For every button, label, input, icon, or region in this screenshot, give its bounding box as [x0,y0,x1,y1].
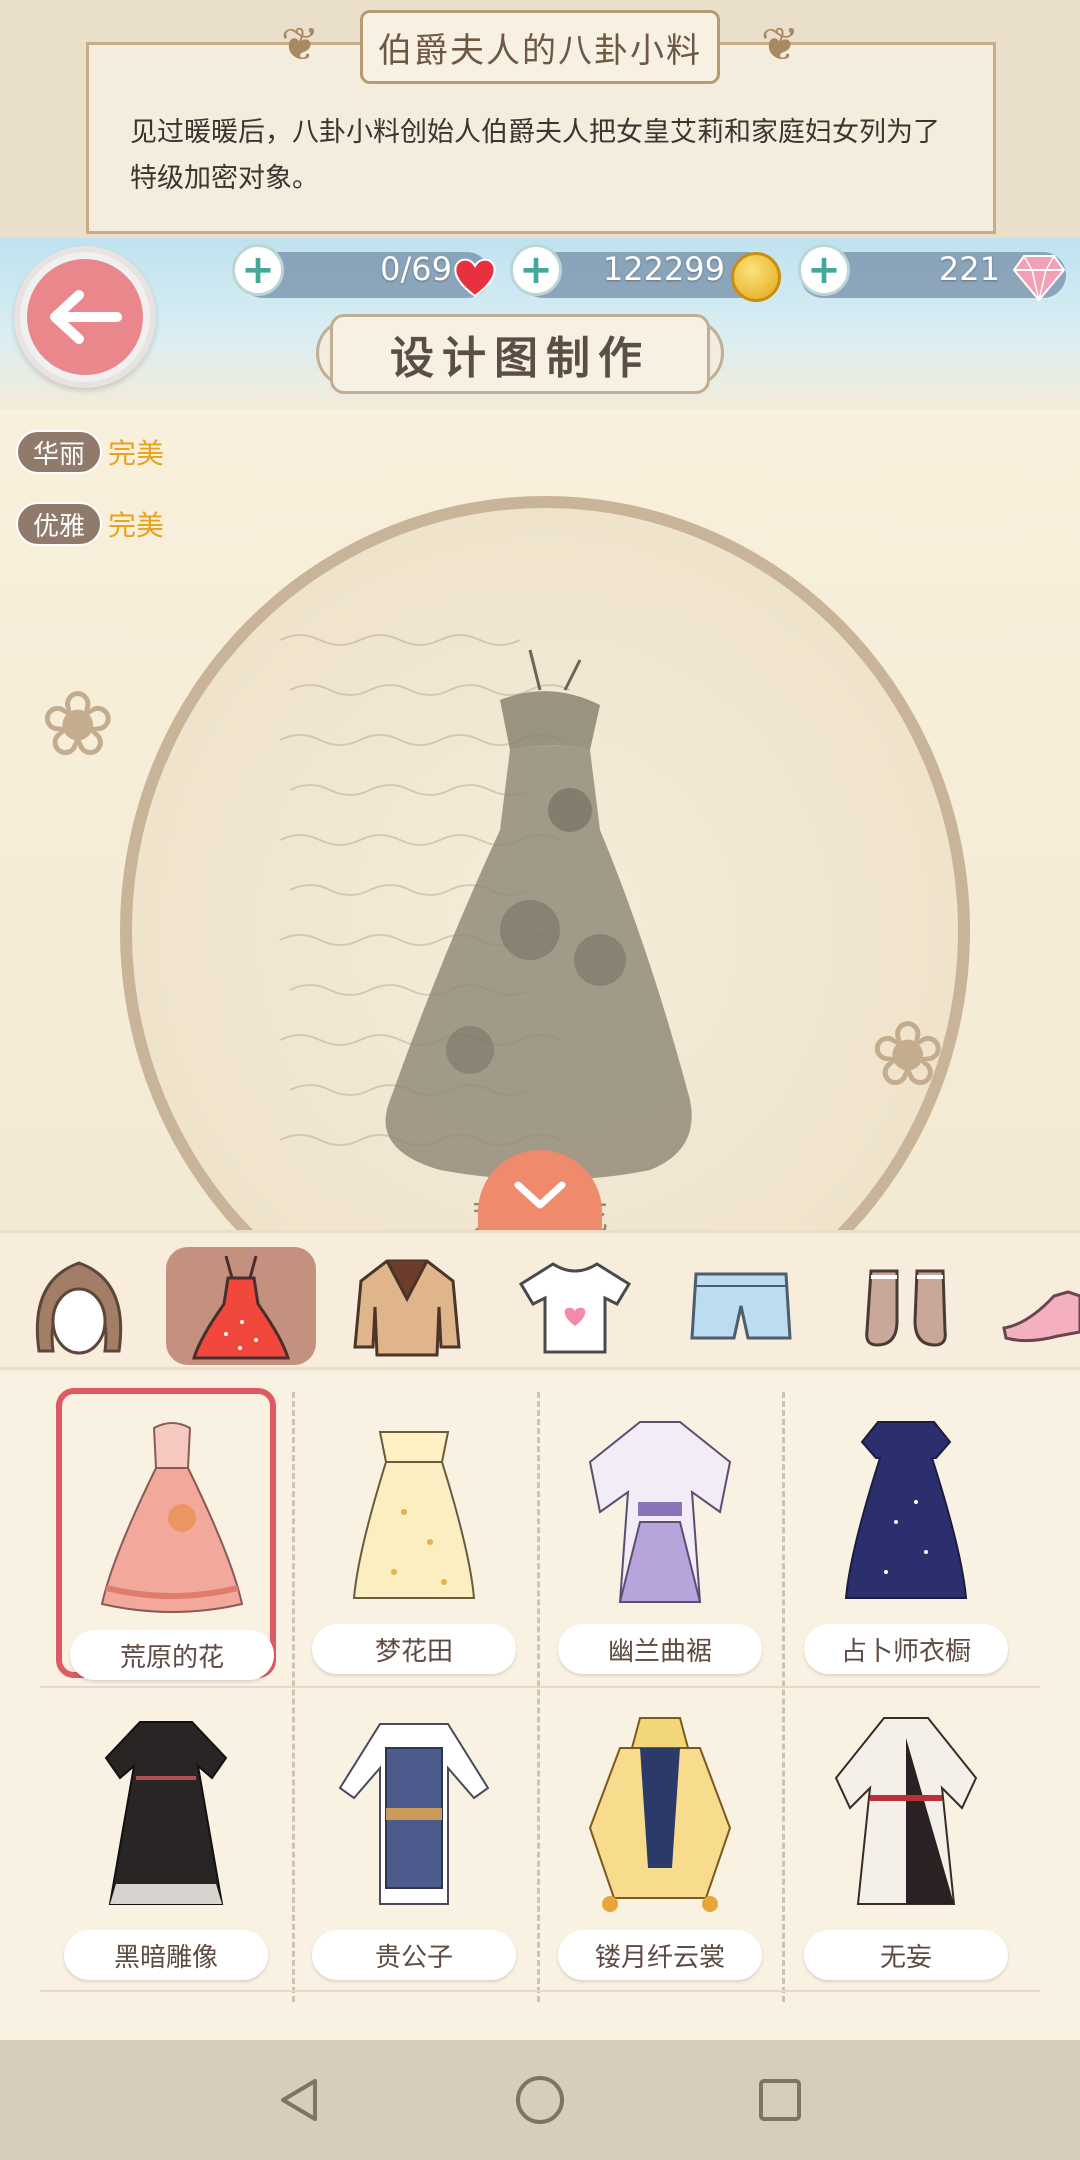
story-title: 伯爵夫人的八卦小料 [360,10,720,84]
gem-icon [1012,255,1066,302]
socks-icon [865,1269,947,1347]
item-dress-image [338,1723,490,1905]
dress-icon [191,1255,291,1360]
coin-icon [731,252,781,302]
design-preview-area: ❀ ❀ 华丽 完美 优雅 完美 荒原的花 [0,410,1080,1230]
grid-row-divider [40,1990,1040,1992]
grid-divider [292,1392,295,2002]
category-tab-shorts[interactable] [666,1247,816,1365]
item-name: 黑暗雕像 [64,1930,268,1980]
item-name: 梦花田 [312,1624,516,1674]
nav-recents-icon [759,2079,801,2121]
screen-title: 设计图制作 [330,314,710,394]
item-dress-image [104,1721,228,1905]
diamonds-value: 221 [938,250,1000,288]
attribute-row-elegant: 优雅 完美 [16,502,164,546]
item-card[interactable]: 无妄 [796,1694,1016,1984]
story-banner: ❦ ❦ 伯爵夫人的八卦小料 见过暖暖后，八卦小料创始人伯爵夫人把女皇艾莉和家庭妇… [0,0,1080,240]
nav-back-button[interactable] [270,2070,330,2130]
add-coins-button[interactable]: + [510,244,562,296]
item-card[interactable]: 占卜师衣橱 [796,1388,1016,1678]
back-button[interactable] [14,246,156,388]
hair-icon [35,1261,123,1355]
story-text: 见过暖暖后，八卦小料创始人伯爵夫人把女皇艾莉和家庭妇女列为了特级加密对象。 [130,117,940,194]
attribute-value: 完美 [108,437,165,470]
attribute-value: 完美 [108,509,165,542]
flourish-left-icon: ❦ [280,17,320,71]
nav-recents-button[interactable] [750,2070,810,2130]
item-dress-image [834,1717,978,1905]
item-dress-image [588,1717,732,1912]
item-name: 贵公子 [312,1930,516,1980]
category-bar [0,1230,1080,1370]
item-card[interactable]: 幽兰曲裾 [550,1388,770,1678]
item-name: 幽兰曲裾 [558,1624,762,1674]
back-arrow-icon [27,259,143,375]
top-icon [518,1262,632,1354]
flourish-right-icon: ❦ [760,17,800,71]
add-stamina-button[interactable]: + [232,244,284,296]
item-name: 荒原的花 [70,1630,274,1680]
item-name: 镂月纤云裳 [558,1930,762,1980]
category-tab-top[interactable] [500,1247,650,1365]
category-tab-shoes[interactable] [998,1247,1080,1365]
category-tab-dress[interactable] [166,1247,316,1365]
item-name: 无妄 [804,1930,1008,1980]
category-tab-hair[interactable] [4,1247,154,1365]
item-card[interactable]: 黑暗雕像 [56,1694,276,1984]
chevron-down-icon [514,1181,566,1209]
system-navigation-bar [0,2040,1080,2160]
heart-icon [454,258,496,298]
item-card[interactable]: 荒原的花 [56,1388,276,1680]
item-dress-image [588,1421,732,1603]
coat-icon [353,1259,461,1357]
attribute-label: 优雅 [16,502,102,546]
shorts-icon [690,1272,792,1340]
grid-divider [537,1392,540,2002]
stamina-value: 0/69 [380,250,452,288]
shoes-icon [1002,1290,1080,1343]
grid-row-divider [40,1686,1040,1688]
item-dress-image [100,1422,244,1613]
item-card[interactable]: 贵公子 [304,1694,524,1984]
item-dress-image [844,1421,968,1599]
item-name: 占卜师衣橱 [804,1624,1008,1674]
attribute-row-gorgeous: 华丽 完美 [16,430,164,474]
top-hud: + 0/69 + 122299 + 221 设计图制作 [0,238,1080,410]
nav-home-button[interactable] [510,2070,570,2130]
lily-right-icon: ❀ [870,1002,946,1107]
nav-back-icon [281,2079,317,2121]
item-dress-image [352,1431,476,1599]
coins-value: 122299 [602,250,725,288]
item-grid: 荒原的花 梦花田 幽兰曲裾 占卜师衣橱 黑暗雕像 贵公子 镂月纤云裳 无妄 [0,1372,1080,2040]
dress-sketch-preview [385,649,692,1180]
item-card[interactable]: 梦花田 [304,1388,524,1678]
lily-left-icon: ❀ [40,672,116,777]
item-card[interactable]: 镂月纤云裳 [550,1694,770,1984]
grid-divider [782,1392,785,2002]
nav-home-icon [516,2076,564,2124]
add-diamonds-button[interactable]: + [798,244,850,296]
category-tab-socks[interactable] [832,1247,982,1365]
category-tab-coat[interactable] [332,1247,482,1365]
attribute-label: 华丽 [16,430,102,474]
